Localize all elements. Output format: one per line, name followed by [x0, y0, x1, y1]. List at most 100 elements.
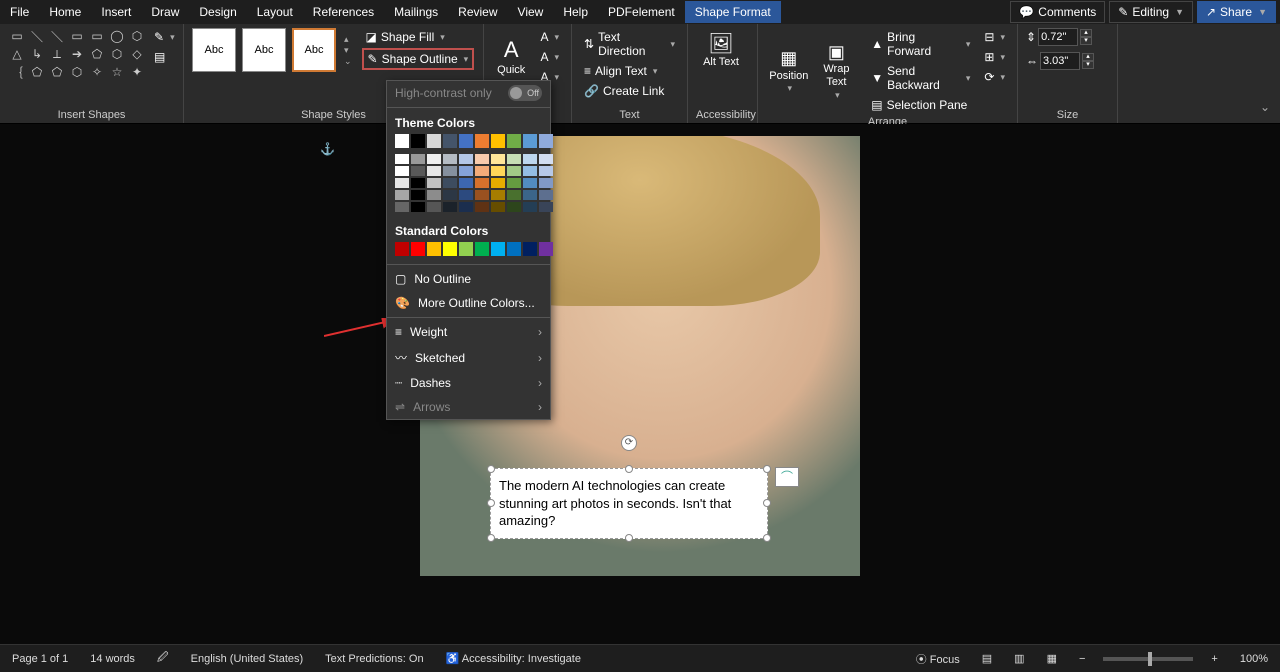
color-swatch[interactable] — [443, 202, 457, 212]
read-mode-button[interactable]: ▤ — [978, 650, 996, 667]
tab-file[interactable]: File — [0, 1, 39, 23]
shape-style-gallery[interactable]: Abc Abc Abc ▴▾⌄ — [192, 28, 352, 72]
tab-insert[interactable]: Insert — [91, 1, 141, 23]
tab-mailings[interactable]: Mailings — [384, 1, 448, 23]
color-swatch[interactable] — [395, 190, 409, 200]
text-outline-button[interactable]: A▾ — [536, 48, 563, 66]
color-swatch[interactable] — [459, 134, 473, 148]
tab-draw[interactable]: Draw — [141, 1, 189, 23]
color-swatch[interactable] — [443, 190, 457, 200]
shapes-gallery[interactable]: ▭＼＼▭▭◯⬡ △↳⟂➔⬠⬡◇ ｛⬠⬠⬡✧☆✦ — [8, 28, 146, 80]
align-text-button[interactable]: ≡Align Text▾ — [580, 62, 679, 80]
tab-pdfelement[interactable]: PDFelement — [598, 1, 685, 23]
color-swatch[interactable] — [539, 154, 553, 164]
group-button[interactable]: ⊞▾ — [980, 48, 1009, 66]
color-swatch[interactable] — [539, 166, 553, 176]
color-swatch[interactable] — [411, 166, 425, 176]
color-swatch[interactable] — [443, 178, 457, 188]
text-direction-button[interactable]: ⇅Text Direction▾ — [580, 28, 679, 60]
zoom-slider[interactable] — [1103, 657, 1193, 661]
color-swatch[interactable] — [443, 242, 457, 256]
height-input[interactable]: ⇕▴▾ — [1026, 28, 1109, 46]
color-swatch[interactable] — [507, 154, 521, 164]
color-swatch[interactable] — [491, 242, 505, 256]
color-swatch[interactable] — [443, 166, 457, 176]
color-swatch[interactable] — [475, 134, 489, 148]
arrows-item[interactable]: ⇌Arrows› — [387, 395, 550, 419]
rotate-handle[interactable]: ⟳ — [621, 435, 637, 451]
color-swatch[interactable] — [411, 190, 425, 200]
color-swatch[interactable] — [459, 178, 473, 188]
color-swatch[interactable] — [507, 190, 521, 200]
color-swatch[interactable] — [427, 178, 441, 188]
color-swatch[interactable] — [395, 178, 409, 188]
tab-layout[interactable]: Layout — [247, 1, 303, 23]
color-swatch[interactable] — [491, 202, 505, 212]
color-swatch[interactable] — [411, 202, 425, 212]
color-swatch[interactable] — [539, 242, 553, 256]
weight-item[interactable]: ≡Weight› — [387, 320, 550, 344]
word-count[interactable]: 14 words — [86, 651, 139, 667]
create-link-button[interactable]: 🔗Create Link — [580, 82, 679, 100]
color-swatch[interactable] — [491, 166, 505, 176]
color-swatch[interactable] — [427, 202, 441, 212]
tab-shape-format[interactable]: Shape Format — [685, 1, 781, 23]
color-swatch[interactable] — [395, 166, 409, 176]
standard-color-swatches[interactable] — [387, 242, 550, 262]
high-contrast-toggle[interactable]: High-contrast only Off — [387, 81, 550, 105]
tab-help[interactable]: Help — [553, 1, 598, 23]
style-preset-1[interactable]: Abc — [192, 28, 236, 72]
color-swatch[interactable] — [395, 242, 409, 256]
document-canvas[interactable]: ⚓ ⟳ ⌒ The modern AI technologies can cre… — [0, 124, 1280, 644]
color-swatch[interactable] — [507, 134, 521, 148]
color-swatch[interactable] — [459, 166, 473, 176]
tab-view[interactable]: View — [508, 1, 554, 23]
textbox-button[interactable]: ▤ — [150, 48, 179, 66]
text-fill-button[interactable]: A▾ — [536, 28, 563, 46]
color-swatch[interactable] — [475, 202, 489, 212]
toggle-off[interactable]: Off — [508, 85, 542, 101]
color-swatch[interactable] — [411, 134, 425, 148]
color-swatch[interactable] — [491, 154, 505, 164]
alt-text-button[interactable]: 🖼Alt Text — [696, 28, 746, 73]
color-swatch[interactable] — [523, 190, 537, 200]
text-box[interactable]: ⟳ ⌒ The modern AI technologies can creat… — [490, 468, 768, 539]
color-swatch[interactable] — [411, 154, 425, 164]
theme-color-tints[interactable] — [387, 154, 550, 218]
shape-fill-button[interactable]: ◪Shape Fill▾ — [362, 28, 475, 46]
tab-design[interactable]: Design — [189, 1, 246, 23]
color-swatch[interactable] — [411, 178, 425, 188]
collapse-ribbon-button[interactable]: ⌄ — [1260, 100, 1270, 114]
color-swatch[interactable] — [443, 134, 457, 148]
tab-home[interactable]: Home — [39, 1, 91, 23]
theme-color-swatches[interactable] — [387, 134, 550, 154]
color-swatch[interactable] — [427, 134, 441, 148]
language-status[interactable]: English (United States) — [187, 651, 308, 667]
color-swatch[interactable] — [523, 134, 537, 148]
comments-button[interactable]: 💬Comments — [1010, 1, 1105, 23]
color-swatch[interactable] — [427, 166, 441, 176]
edit-shape-button[interactable]: ✎▾ — [150, 28, 179, 46]
color-swatch[interactable] — [475, 178, 489, 188]
color-swatch[interactable] — [475, 190, 489, 200]
rotate-button[interactable]: ⟳▾ — [980, 68, 1009, 86]
color-swatch[interactable] — [523, 242, 537, 256]
style-preset-3[interactable]: Abc — [292, 28, 336, 72]
width-input[interactable]: ⇔▴▾ — [1026, 52, 1109, 70]
color-swatch[interactable] — [507, 202, 521, 212]
print-layout-button[interactable]: ▥ — [1010, 650, 1028, 667]
color-swatch[interactable] — [523, 202, 537, 212]
more-colors-item[interactable]: 🎨More Outline Colors... — [387, 291, 550, 315]
share-button[interactable]: ↗Share▼ — [1197, 1, 1276, 23]
color-swatch[interactable] — [491, 134, 505, 148]
color-swatch[interactable] — [539, 190, 553, 200]
style-preset-2[interactable]: Abc — [242, 28, 286, 72]
color-swatch[interactable] — [459, 242, 473, 256]
dashes-item[interactable]: ┈Dashes› — [387, 371, 550, 395]
web-layout-button[interactable]: ▦ — [1043, 650, 1061, 667]
accessibility-status[interactable]: ♿ Accessibility: Investigate — [442, 650, 585, 667]
color-swatch[interactable] — [411, 242, 425, 256]
color-swatch[interactable] — [523, 178, 537, 188]
align-button[interactable]: ⊟▾ — [980, 28, 1009, 46]
color-swatch[interactable] — [395, 202, 409, 212]
